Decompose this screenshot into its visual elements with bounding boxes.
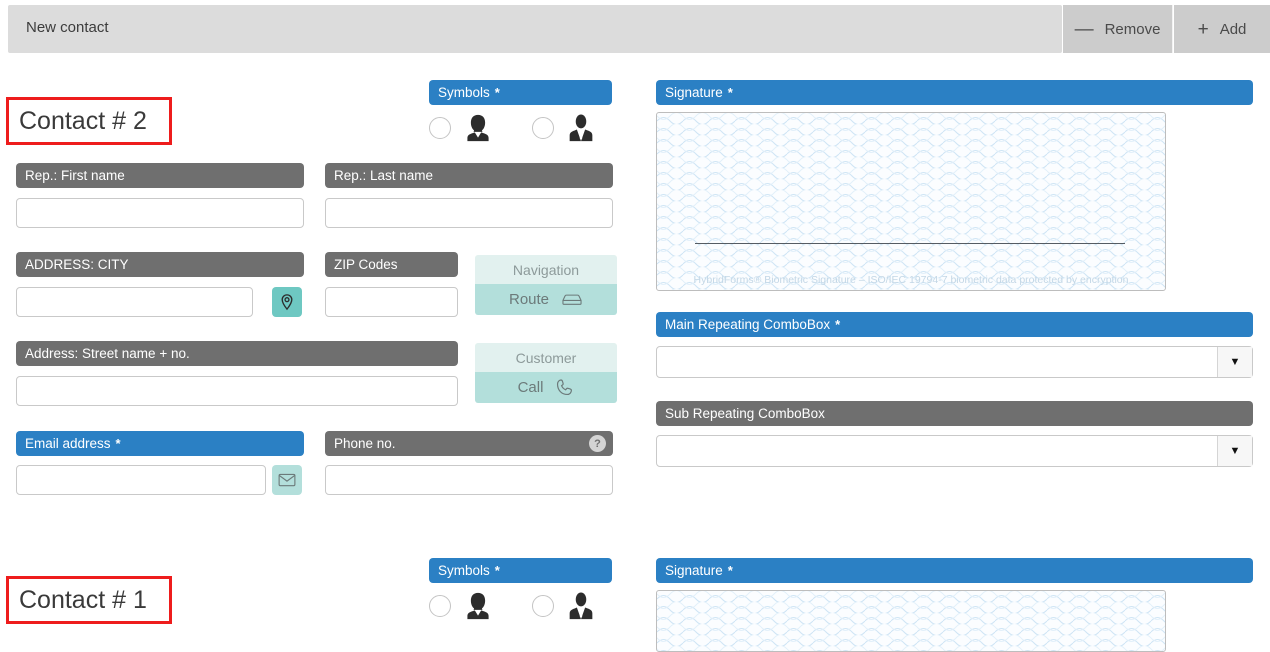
symbols-label-text: Symbols [438, 563, 490, 578]
sub-repeating-combobox[interactable]: ▼ [656, 435, 1253, 467]
street-input[interactable] [16, 376, 458, 406]
female-person-icon[interactable] [463, 113, 493, 143]
map-pin-button[interactable] [272, 287, 302, 317]
navigation-title: Navigation [475, 255, 617, 284]
rep-last-name-input[interactable] [325, 198, 613, 228]
plus-icon: + [1197, 18, 1209, 40]
zip-codes-label: ZIP Codes [325, 252, 458, 277]
signature-pad-contact-2[interactable]: HybridForms® Biometric Signature – ISO/I… [656, 112, 1166, 291]
send-email-button[interactable] [272, 465, 302, 495]
envelope-icon [278, 473, 296, 487]
toolbar: New contact — Remove + Add [0, 0, 1270, 57]
signature-watermark [657, 113, 1165, 290]
rep-first-name-label: Rep.: First name [16, 163, 304, 188]
symbols-required-marker: * [494, 563, 500, 578]
symbols-radio-male-contact-1[interactable] [532, 595, 554, 617]
chevron-down-icon[interactable]: ▼ [1217, 347, 1252, 377]
signature-footer-text: HybridForms® Biometric Signature – ISO/I… [693, 274, 1129, 286]
zip-codes-input[interactable] [325, 287, 458, 317]
signature-label-contact-2: Signature * [656, 80, 1253, 105]
phone-no-input[interactable] [325, 465, 613, 495]
signature-required-marker: * [727, 85, 733, 100]
signature-baseline [695, 243, 1125, 244]
add-button[interactable]: + Add [1174, 5, 1270, 53]
male-person-icon[interactable] [566, 591, 596, 621]
signature-label-text: Signature [665, 563, 723, 578]
add-button-label: Add [1219, 20, 1247, 38]
symbols-radio-female-contact-1[interactable] [429, 595, 451, 617]
call-button-label: Call [517, 379, 544, 396]
contact-2-title: Contact # 2 [6, 97, 172, 145]
sub-repeating-combobox-label: Sub Repeating ComboBox [656, 401, 1253, 426]
remove-button[interactable]: — Remove [1063, 5, 1173, 53]
route-button[interactable]: Route [475, 284, 617, 315]
symbols-radio-female-contact-2[interactable] [429, 117, 451, 139]
signature-pad-contact-1[interactable] [656, 590, 1166, 652]
symbols-required-marker: * [494, 85, 500, 100]
symbols-label-text: Symbols [438, 85, 490, 100]
map-pin-icon [281, 294, 293, 311]
call-button[interactable]: Call [475, 372, 617, 403]
main-combobox-required-marker: * [835, 317, 841, 332]
customer-action-group: Customer Call [475, 343, 617, 403]
signature-required-marker: * [727, 563, 733, 578]
phone-no-label-text: Phone no. [334, 436, 396, 451]
address-city-label: ADDRESS: CITY [16, 252, 304, 277]
email-required-marker: * [115, 436, 121, 451]
navigation-action-group: Navigation Route [475, 255, 617, 315]
main-repeating-combobox[interactable]: ▼ [656, 346, 1253, 378]
customer-title: Customer [475, 343, 617, 372]
toolbar-title-bar: New contact [8, 5, 1062, 53]
rep-last-name-label: Rep.: Last name [325, 163, 613, 188]
remove-button-label: Remove [1104, 20, 1161, 38]
car-icon [562, 294, 582, 305]
symbols-label-contact-2: Symbols * [429, 80, 612, 105]
main-combobox-label-text: Main Repeating ComboBox [665, 317, 831, 332]
street-label: Address: Street name + no. [16, 341, 458, 366]
page-title: New contact [26, 19, 109, 36]
chevron-down-icon[interactable]: ▼ [1217, 436, 1252, 466]
route-button-label: Route [508, 291, 550, 308]
signature-label-text: Signature [665, 85, 723, 100]
main-repeating-combobox-label: Main Repeating ComboBox * [656, 312, 1253, 337]
symbols-radio-male-contact-2[interactable] [532, 117, 554, 139]
phone-icon [557, 379, 573, 396]
male-person-icon[interactable] [566, 113, 596, 143]
signature-label-contact-1: Signature * [656, 558, 1253, 583]
phone-help-icon[interactable]: ? [589, 435, 606, 452]
email-address-input[interactable] [16, 465, 266, 495]
minus-icon: — [1074, 18, 1094, 40]
female-person-icon[interactable] [463, 591, 493, 621]
email-address-label: Email address * [16, 431, 304, 456]
phone-no-label: Phone no. [325, 431, 613, 456]
email-address-label-text: Email address [25, 436, 111, 451]
contact-1-title: Contact # 1 [6, 576, 172, 624]
rep-first-name-input[interactable] [16, 198, 304, 228]
symbols-label-contact-1: Symbols * [429, 558, 612, 583]
address-city-input[interactable] [16, 287, 253, 317]
signature-watermark [657, 591, 1165, 651]
